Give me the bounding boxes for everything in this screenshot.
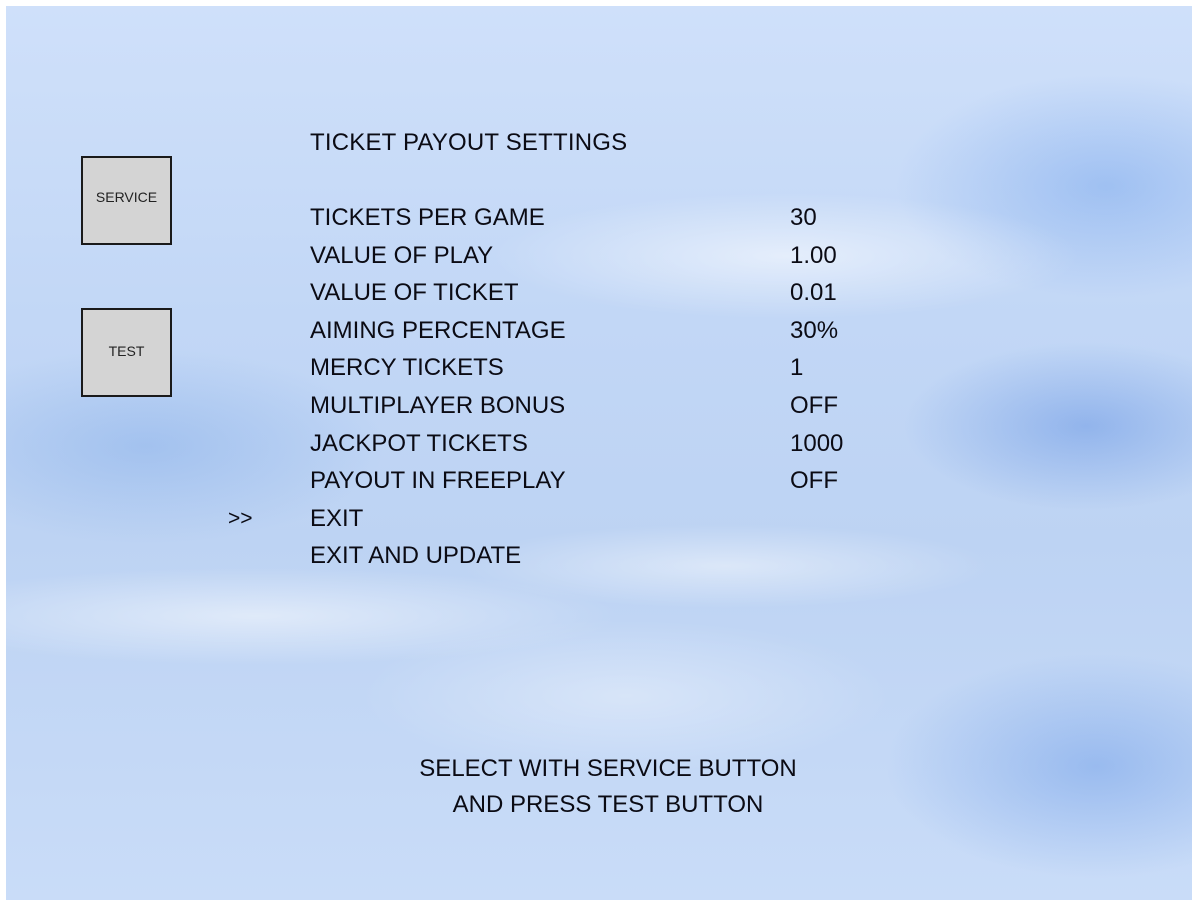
selection-cursor: >> bbox=[228, 506, 253, 530]
menu-item-exit-and-update[interactable]: EXIT AND UPDATE bbox=[228, 537, 948, 575]
menu-item-label: TICKETS PER GAME bbox=[310, 204, 545, 231]
menu-item-value-of-play[interactable]: VALUE OF PLAY 1.00 bbox=[228, 237, 948, 275]
menu-item-jackpot-tickets[interactable]: JACKPOT TICKETS 1000 bbox=[228, 425, 948, 463]
menu-item-label: MULTIPLAYER BONUS bbox=[310, 391, 566, 419]
menu-item-label: MERCY TICKETS bbox=[310, 354, 504, 382]
menu-item-multiplayer-bonus[interactable]: MULTIPLAYER BONUS OFF bbox=[228, 387, 948, 425]
menu-item-label: JACKPOT TICKETS bbox=[310, 429, 528, 457]
settings-menu: TICKETS PER GAME 30 VALUE OF PLAY 1.00 V… bbox=[228, 199, 948, 575]
operator-menu-screen: SERVICE TEST TICKET PAYOUT SETTINGS TICK… bbox=[6, 6, 1192, 900]
menu-item-label: VALUE OF PLAY bbox=[310, 241, 494, 269]
menu-item-label: EXIT bbox=[310, 504, 364, 532]
menu-item-label: VALUE OF TICKET bbox=[310, 279, 519, 307]
menu-item-value-of-ticket[interactable]: VALUE OF TICKET 0.01 bbox=[228, 274, 948, 312]
service-button-label: SERVICE bbox=[95, 189, 158, 205]
menu-item-value: 1000 bbox=[790, 429, 844, 457]
menu-item-value: OFF bbox=[790, 467, 838, 495]
menu-item-value: OFF bbox=[790, 391, 838, 419]
service-button[interactable]: SERVICE bbox=[81, 156, 172, 245]
menu-item-value: 1 bbox=[790, 354, 804, 382]
instructions: SELECT WITH SERVICE BUTTON AND PRESS TES… bbox=[6, 751, 1192, 823]
test-button-label: TEST bbox=[108, 343, 145, 359]
menu-item-tickets-per-game[interactable]: TICKETS PER GAME 30 bbox=[228, 199, 948, 237]
menu-item-label: AIMING PERCENTAGE bbox=[310, 316, 566, 344]
menu-item-label: EXIT AND UPDATE bbox=[310, 542, 522, 570]
menu-item-exit[interactable]: >> EXIT bbox=[228, 500, 948, 538]
menu-item-value: 0.01 bbox=[790, 279, 837, 307]
menu-item-value: 1.00 bbox=[790, 241, 837, 269]
instruction-line-2: AND PRESS TEST BUTTON bbox=[452, 791, 764, 818]
instruction-line-1: SELECT WITH SERVICE BUTTON bbox=[419, 755, 797, 782]
menu-item-payout-in-freeplay[interactable]: PAYOUT IN FREEPLAY OFF bbox=[228, 462, 948, 500]
test-button[interactable]: TEST bbox=[81, 308, 172, 397]
menu-item-aiming-percentage[interactable]: AIMING PERCENTAGE 30% bbox=[228, 312, 948, 350]
page-title: TICKET PAYOUT SETTINGS bbox=[310, 129, 628, 156]
menu-item-value: 30% bbox=[790, 316, 839, 344]
menu-item-label: PAYOUT IN FREEPLAY bbox=[310, 467, 566, 495]
menu-item-mercy-tickets[interactable]: MERCY TICKETS 1 bbox=[228, 349, 948, 387]
menu-item-value: 30 bbox=[790, 204, 817, 231]
